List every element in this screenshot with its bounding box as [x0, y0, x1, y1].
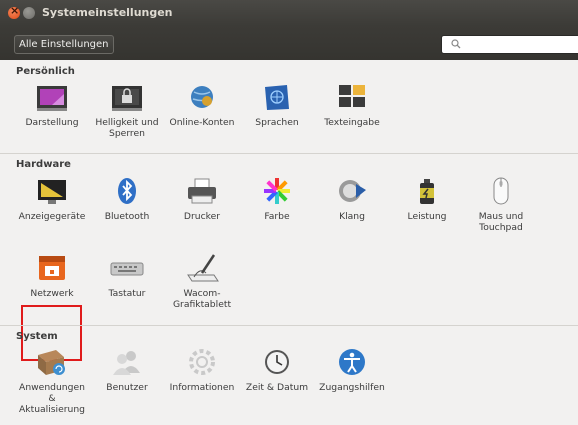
item-zeit-datum[interactable]: Zeit & Datum	[242, 347, 312, 393]
item-klang[interactable]: Klang	[317, 176, 387, 222]
item-label: Klang	[339, 211, 365, 222]
search-input[interactable]	[441, 35, 578, 54]
item-label: Zugangshilfen	[319, 382, 385, 393]
item-sprachen[interactable]: Sprachen	[242, 82, 312, 128]
item-benutzer[interactable]: Benutzer	[92, 347, 162, 393]
printer-icon	[184, 176, 220, 206]
mouse-icon	[483, 176, 519, 206]
language-icon	[259, 82, 295, 112]
item-label: Wacom-Grafiktablett	[172, 288, 232, 310]
item-leistung[interactable]: Leistung	[392, 176, 462, 222]
section-title-system: System	[16, 331, 58, 342]
software-updates-icon	[34, 347, 70, 377]
item-zugangshilfen[interactable]: Zugangshilfen	[317, 347, 387, 393]
item-bluetooth[interactable]: Bluetooth	[92, 176, 162, 222]
settings-panel: Persönlich Darstellung Helligkeit und Sp…	[0, 60, 578, 425]
item-darstellung[interactable]: Darstellung	[17, 82, 87, 128]
power-icon	[409, 176, 445, 206]
bluetooth-icon	[109, 176, 145, 206]
details-icon	[184, 347, 220, 377]
item-drucker[interactable]: Drucker	[167, 176, 237, 222]
section-divider	[0, 325, 578, 326]
users-icon	[109, 347, 145, 377]
title-bar: Systemeinstellungen	[0, 0, 578, 26]
minimize-window-button[interactable]	[23, 7, 35, 19]
item-texteingabe[interactable]: Texteingabe	[317, 82, 387, 128]
network-icon	[34, 253, 70, 283]
item-netzwerk[interactable]: Netzwerk	[17, 253, 87, 299]
item-tastatur[interactable]: Tastatur	[92, 253, 162, 299]
close-window-button[interactable]	[8, 4, 20, 19]
date-time-icon	[259, 347, 295, 377]
section-title-hardware: Hardware	[16, 159, 71, 170]
item-label: Anwendungen & Aktualisierung	[18, 382, 85, 415]
item-label: Darstellung	[25, 117, 79, 128]
item-label: Farbe	[264, 211, 290, 222]
item-label: Netzwerk	[30, 288, 74, 299]
item-anwendungen[interactable]: Anwendungen & Aktualisierung	[17, 347, 87, 415]
item-label: Anzeigegeräte	[18, 211, 86, 222]
search-icon	[451, 39, 461, 49]
item-label: Sprachen	[255, 117, 299, 128]
item-label: Informationen	[169, 382, 235, 393]
item-label: Helligkeit und Sperren	[95, 117, 159, 139]
item-label: Drucker	[183, 211, 221, 222]
wacom-tablet-icon	[184, 253, 220, 283]
online-accounts-icon	[184, 82, 220, 112]
brightness-lock-icon	[109, 82, 145, 112]
toolbar: Alle Einstellungen	[0, 26, 578, 60]
item-label: Zeit & Datum	[245, 382, 309, 393]
appearance-icon	[34, 82, 70, 112]
all-settings-button[interactable]: Alle Einstellungen	[14, 35, 114, 54]
window-title: Systemeinstellungen	[42, 6, 173, 19]
item-helligkeit[interactable]: Helligkeit und Sperren	[92, 82, 162, 139]
item-wacom[interactable]: Wacom-Grafiktablett	[167, 253, 237, 310]
item-label: Online-Konten	[169, 117, 235, 128]
color-icon	[259, 176, 295, 206]
item-anzeigegeraete[interactable]: Anzeigegeräte	[17, 176, 87, 222]
item-label: Maus und Touchpad	[478, 211, 524, 233]
item-online-konten[interactable]: Online-Konten	[167, 82, 237, 128]
display-icon	[34, 176, 70, 206]
item-label: Benutzer	[106, 382, 148, 393]
item-farbe[interactable]: Farbe	[242, 176, 312, 222]
sound-icon	[334, 176, 370, 206]
item-label: Texteingabe	[324, 117, 380, 128]
accessibility-icon	[334, 347, 370, 377]
section-title-personal: Persönlich	[16, 66, 75, 77]
item-maus-touchpad[interactable]: Maus und Touchpad	[467, 176, 535, 233]
item-informationen[interactable]: Informationen	[167, 347, 237, 393]
item-label: Bluetooth	[104, 211, 150, 222]
keyboard-icon	[109, 253, 145, 283]
item-label: Leistung	[407, 211, 447, 222]
text-entry-icon	[334, 82, 370, 112]
item-label: Tastatur	[108, 288, 146, 299]
section-divider	[0, 153, 578, 154]
